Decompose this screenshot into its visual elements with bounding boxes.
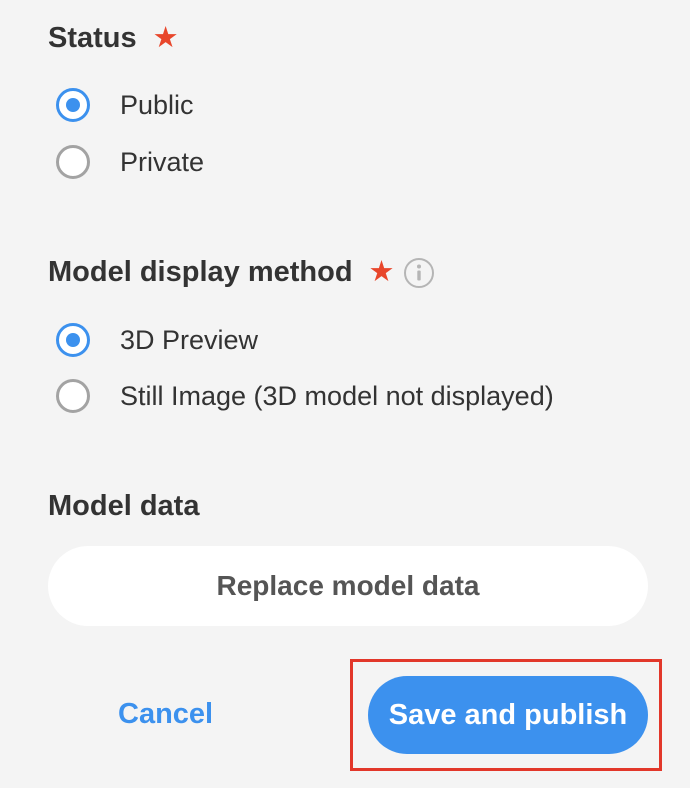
radio-public[interactable] [56,88,90,122]
required-star-icon: ★ [152,22,179,54]
radio-3d-preview[interactable] [56,323,90,357]
cancel-button[interactable]: Cancel [118,694,213,734]
radio-label-private: Private [120,146,205,177]
radio-label-public: Public [120,89,194,120]
model-data-section-label: Model data [48,490,199,523]
radio-label-still-image: Still Image (3D model not displayed) [120,380,554,411]
status-option-public[interactable]: Public [56,88,194,122]
display-method-section-label: Model display method ★ [48,256,435,289]
radio-label-3d-preview: 3D Preview [120,324,259,355]
radio-private[interactable] [56,145,90,179]
display-method-label: Model display method [48,256,353,288]
model-data-label: Model data [48,490,200,522]
status-section-label: Status ★ [48,22,179,55]
save-and-publish-button[interactable]: Save and publish [368,676,648,754]
radio-still-image[interactable] [56,379,90,413]
display-option-still-image[interactable]: Still Image (3D model not displayed) [56,379,554,413]
display-option-3d-preview[interactable]: 3D Preview [56,323,258,357]
info-circle-icon[interactable] [403,257,435,289]
replace-model-data-button[interactable]: Replace model data [48,546,648,626]
required-star-icon: ★ [368,256,395,288]
status-option-private[interactable]: Private [56,145,204,179]
status-label: Status [48,22,137,54]
